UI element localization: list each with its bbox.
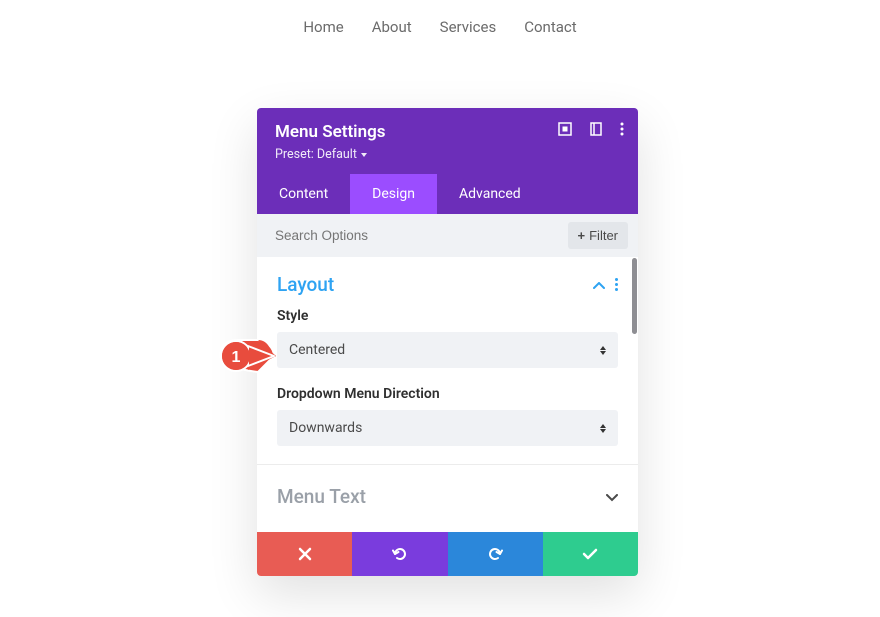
expand-icon[interactable] — [558, 122, 572, 136]
style-value: Centered — [289, 342, 345, 358]
save-button[interactable] — [543, 532, 638, 576]
undo-icon — [392, 546, 408, 562]
chevron-up-icon[interactable] — [593, 275, 605, 294]
callout-number: 1 — [232, 349, 241, 366]
layout-header[interactable]: Layout — [277, 273, 618, 296]
preset-label: Preset: Default — [275, 147, 357, 162]
direction-select[interactable]: Downwards — [277, 410, 618, 446]
undo-button[interactable] — [352, 532, 447, 576]
chevron-down-icon — [606, 487, 618, 506]
style-select[interactable]: Centered — [277, 332, 618, 368]
scrollbar[interactable] — [632, 258, 637, 334]
menu-text-section[interactable]: Menu Text — [257, 465, 638, 532]
header-icons — [558, 122, 624, 136]
redo-button[interactable] — [448, 532, 543, 576]
plus-icon: + — [578, 228, 586, 243]
check-icon — [582, 548, 598, 560]
select-sort-icon — [600, 346, 606, 355]
nav-about[interactable]: About — [372, 18, 412, 36]
close-icon — [298, 547, 312, 561]
direction-value: Downwards — [289, 420, 362, 436]
section-more-icon[interactable] — [615, 278, 618, 291]
tabs: Content Design Advanced — [257, 174, 638, 214]
preset-dropdown[interactable]: Preset: Default — [275, 147, 620, 162]
nav-contact[interactable]: Contact — [524, 18, 576, 36]
filter-button[interactable]: + Filter — [568, 222, 628, 249]
layout-title: Layout — [277, 273, 334, 296]
caret-down-icon — [361, 153, 367, 157]
more-icon[interactable] — [620, 122, 624, 136]
action-bar — [257, 532, 638, 576]
panel-body: Layout Style Centered Dropdown Menu Dire… — [257, 257, 638, 532]
responsive-icon[interactable] — [590, 122, 602, 136]
cancel-button[interactable] — [257, 532, 352, 576]
direction-label: Dropdown Menu Direction — [277, 386, 618, 402]
settings-panel: Menu Settings Preset: Default Content De… — [257, 108, 638, 576]
nav-home[interactable]: Home — [303, 18, 343, 36]
layout-section: Layout Style Centered Dropdown Menu Dire… — [257, 257, 638, 464]
style-label: Style — [277, 308, 618, 324]
tab-content[interactable]: Content — [257, 174, 350, 214]
select-sort-icon — [600, 424, 606, 433]
panel-header: Menu Settings Preset: Default — [257, 108, 638, 174]
menu-text-title: Menu Text — [277, 485, 366, 508]
site-nav: Home About Services Contact — [0, 0, 880, 46]
tab-design[interactable]: Design — [350, 174, 437, 214]
filter-label: Filter — [589, 228, 618, 243]
layout-controls — [593, 275, 618, 294]
nav-services[interactable]: Services — [440, 18, 497, 36]
tab-advanced[interactable]: Advanced — [437, 174, 543, 214]
search-row: + Filter — [257, 214, 638, 257]
redo-icon — [487, 546, 503, 562]
search-input[interactable] — [267, 224, 568, 247]
